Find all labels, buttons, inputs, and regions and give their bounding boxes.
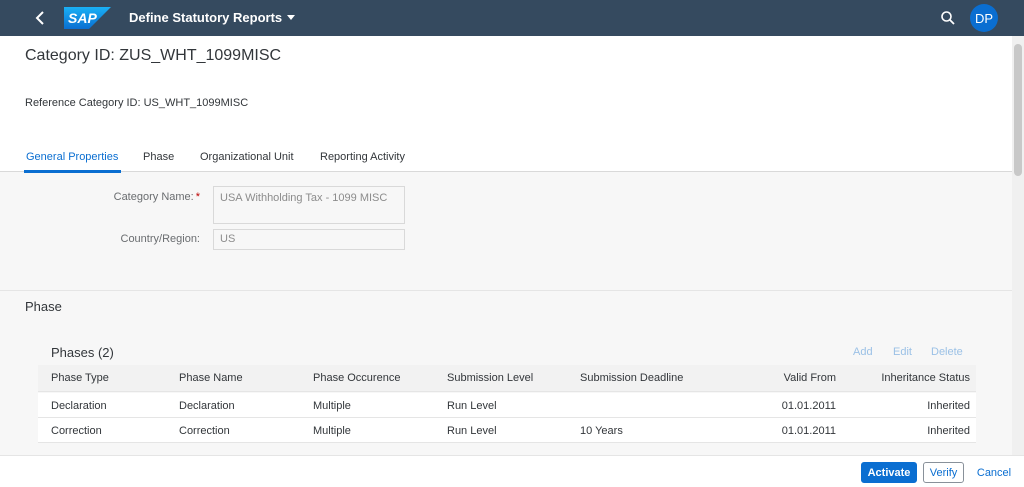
cell-phase-name: Declaration <box>179 400 235 412</box>
tab-bar: General Properties Phase Organizational … <box>0 148 1012 173</box>
page-title: Category ID: ZUS_WHT_1099MISC <box>25 47 282 64</box>
chevron-left-icon <box>35 11 44 25</box>
column-header[interactable]: Phase Name <box>179 372 243 384</box>
phases-table-title: Phases (2) <box>51 345 114 360</box>
table-row[interactable]: Correction Correction Multiple Run Level… <box>38 418 976 443</box>
category-name-label: Category Name: * <box>113 191 200 203</box>
table-row[interactable]: Declaration Declaration Multiple Run Lev… <box>38 393 976 418</box>
footer-toolbar: Activate Verify Cancel <box>0 455 1024 487</box>
phase-section-title: Phase <box>25 299 62 314</box>
search-icon <box>941 11 955 25</box>
app-title-menu[interactable]: Define Statutory Reports <box>129 10 296 25</box>
back-button[interactable] <box>30 8 50 28</box>
object-header: Category ID: ZUS_WHT_1099MISC Reference … <box>0 36 1012 173</box>
logo-text: SAP <box>68 10 97 26</box>
tab-reporting-activity[interactable]: Reporting Activity <box>320 151 405 163</box>
cell-inheritance-status: Inherited <box>927 400 970 412</box>
app-title: Define Statutory Reports <box>129 10 283 25</box>
column-header[interactable]: Inheritance Status <box>850 372 970 384</box>
cell-phase-type: Declaration <box>51 400 107 412</box>
reference-category: Reference Category ID: US_WHT_1099MISC <box>25 97 249 109</box>
caret-down-icon <box>287 15 296 20</box>
column-header[interactable]: Phase Occurence <box>313 372 400 384</box>
tab-organizational-unit[interactable]: Organizational Unit <box>200 151 294 163</box>
search-button[interactable] <box>940 10 956 26</box>
cell-valid-from: 01.01.2011 <box>781 400 836 412</box>
category-name-input[interactable]: USA Withholding Tax - 1099 MISC <box>213 186 405 224</box>
general-properties-section: Category Name: * USA Withholding Tax - 10… <box>0 173 1012 291</box>
user-avatar[interactable]: DP <box>970 4 998 32</box>
table-header: Phase Type Phase Name Phase Occurence Su… <box>38 365 976 392</box>
cell-phase-type: Correction <box>51 425 102 437</box>
column-header[interactable]: Submission Level <box>447 372 533 384</box>
add-button[interactable]: Add <box>853 346 873 358</box>
verify-button[interactable]: Verify <box>923 462 964 483</box>
country-region-label: Country/Region: <box>120 233 201 245</box>
activate-button[interactable]: Activate <box>861 462 917 483</box>
tab-general-properties[interactable]: General Properties <box>26 151 118 163</box>
shell-bar: SAP Define Statutory Reports DP <box>0 0 1024 36</box>
required-marker: * <box>195 191 200 203</box>
column-header[interactable]: Phase Type <box>51 372 109 384</box>
cell-valid-from: 01.01.2011 <box>781 425 836 437</box>
cell-phase-name: Correction <box>179 425 230 437</box>
column-header[interactable]: Valid From <box>738 372 836 384</box>
tab-phase[interactable]: Phase <box>143 151 174 163</box>
cell-phase-occurence: Multiple <box>313 400 351 412</box>
column-header[interactable]: Submission Deadline <box>580 372 683 384</box>
cell-phase-occurence: Multiple <box>313 425 351 437</box>
phase-section: Phase Phases (2) Add Edit Delete Phase T… <box>0 292 1012 455</box>
scrollbar-thumb[interactable] <box>1014 44 1022 176</box>
cell-submission-level: Run Level <box>447 425 497 437</box>
edit-button[interactable]: Edit <box>893 346 912 358</box>
sap-logo[interactable]: SAP <box>64 7 111 29</box>
cell-submission-deadline: 10 Years <box>580 425 623 437</box>
delete-button[interactable]: Delete <box>931 346 963 358</box>
cell-inheritance-status: Inherited <box>927 425 970 437</box>
country-region-input[interactable]: US <box>213 229 405 250</box>
cancel-button[interactable]: Cancel <box>972 462 1016 483</box>
cell-submission-level: Run Level <box>447 400 497 412</box>
